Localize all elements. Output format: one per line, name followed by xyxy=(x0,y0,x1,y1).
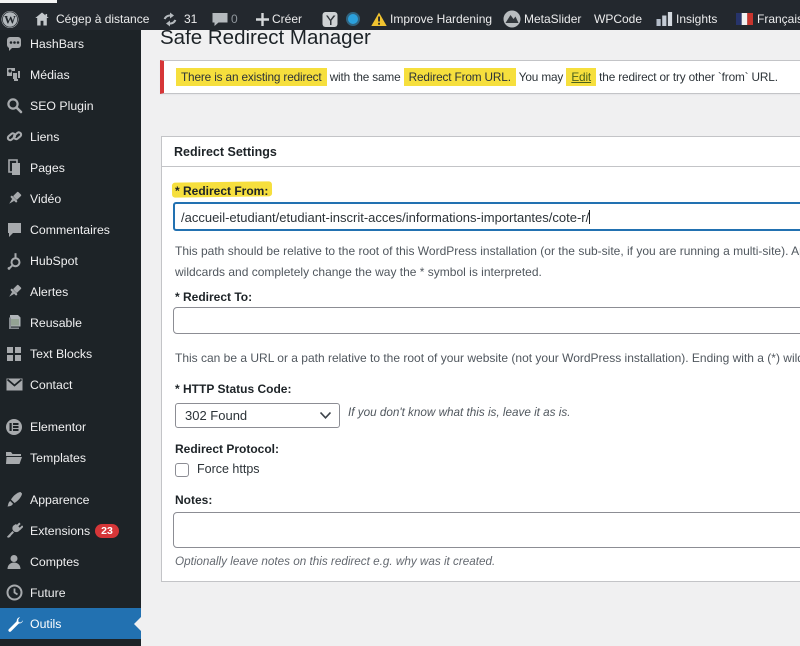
svg-text:W: W xyxy=(4,12,16,26)
